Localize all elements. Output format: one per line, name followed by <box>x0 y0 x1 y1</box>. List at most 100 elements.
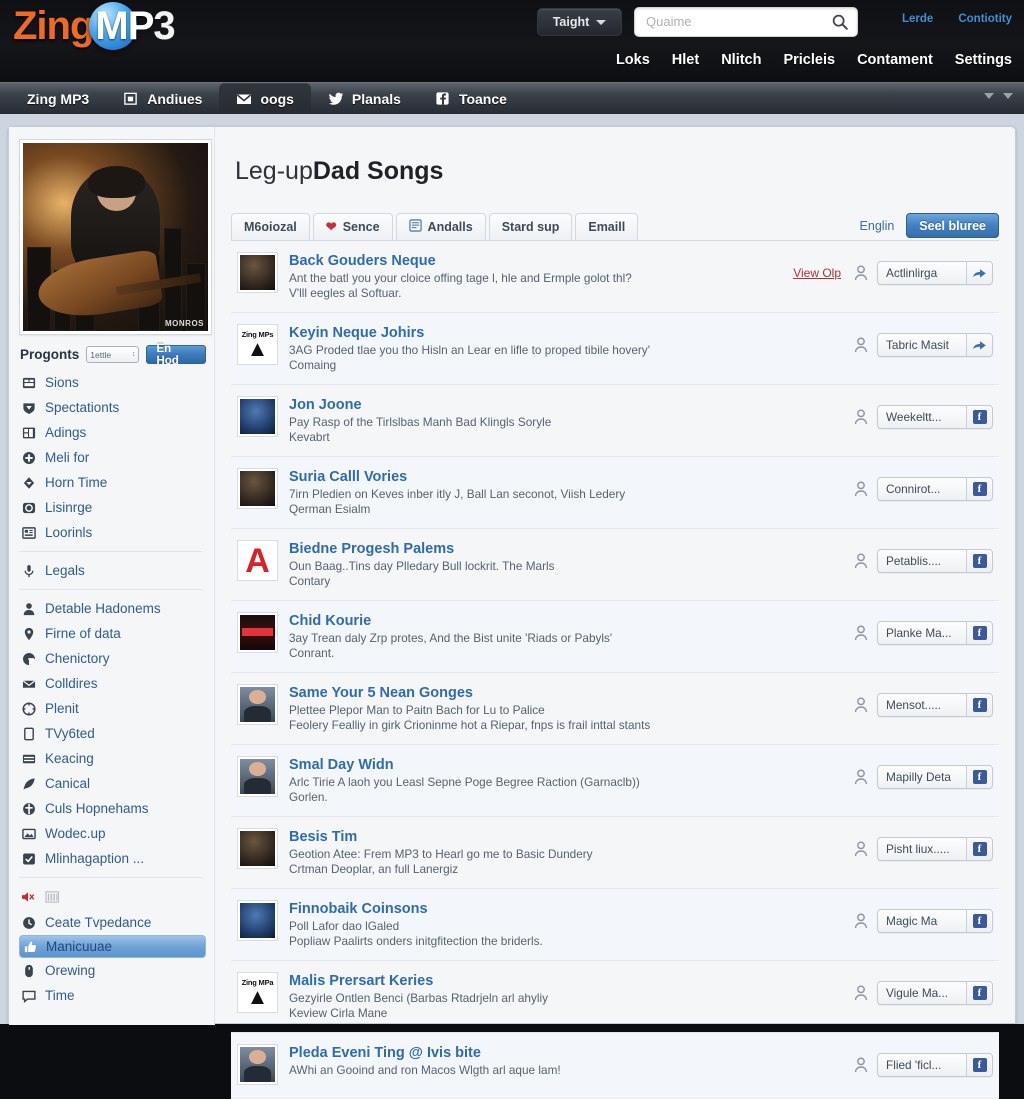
list-item[interactable]: Pleda Eveni Ting @ Ivis bite AWhi an Goo… <box>231 1033 999 1099</box>
sidebar-item-meli-for[interactable]: Meli for <box>19 445 206 470</box>
facebook-icon[interactable]: f <box>966 982 992 1004</box>
action-button[interactable]: Weekeltt... f <box>877 405 993 429</box>
speaker-mute-icon[interactable] <box>21 890 36 905</box>
list-item[interactable]: Zing MPa ▲ Malis Prersart Keries Gezyirle… <box>231 961 999 1033</box>
tab-zing-mp3[interactable]: Zing MP3 <box>10 83 106 115</box>
facebook-icon[interactable]: f <box>966 622 992 644</box>
tab-strip-overflow-controls[interactable] <box>984 93 1013 99</box>
nav-hlet[interactable]: Hlet <box>672 52 699 68</box>
tab-andiues[interactable]: Andiues <box>106 83 219 115</box>
list-item-title[interactable]: Smal Day Widn <box>289 757 843 773</box>
seel-bluree-button[interactable]: Seel bluree <box>906 213 999 238</box>
sidebar-item-horn-time[interactable]: Horn Time <box>19 470 206 495</box>
facebook-icon[interactable]: f <box>966 766 992 788</box>
sidebar-item-keacing[interactable]: Keacing <box>19 746 206 771</box>
list-item-thumbnail[interactable] <box>237 468 278 509</box>
toolbar-button-stard-sup[interactable]: Stard sup <box>488 213 573 240</box>
list-item-thumbnail[interactable]: Zing MPs ▲ <box>237 324 278 365</box>
sidebar-item-orewing[interactable]: Orewing <box>19 958 206 983</box>
sidebar-item-time[interactable]: Time <box>19 983 206 1008</box>
avatar[interactable]: MONROS <box>19 139 212 335</box>
nav-loks[interactable]: Loks <box>616 52 650 68</box>
list-item[interactable]: Suria Calll Vories 7irn Pledien on Keves… <box>231 457 999 529</box>
sidebar-item-plenit[interactable]: Plenit <box>19 696 206 721</box>
equalizer-icon[interactable] <box>45 890 60 905</box>
toolbar-link-englin[interactable]: Englin <box>860 219 895 233</box>
sidebar-item-mlinhagaption[interactable]: Mlinhagaption ... <box>19 846 206 871</box>
list-item[interactable]: Jon Joone Pay Rasp of the Tirlslbas Manh… <box>231 385 999 457</box>
list-item-title[interactable]: Malis Prersart Keries <box>289 973 843 989</box>
action-button[interactable]: Pisht liux..... f <box>877 837 993 861</box>
action-button[interactable]: Vigule Ma... f <box>877 981 993 1005</box>
list-item-thumbnail[interactable] <box>237 828 278 869</box>
list-item[interactable]: A Biedne Progesh Palems Oun Baag..Tins d… <box>231 529 999 601</box>
action-button[interactable]: Tabric Masit <box>877 333 993 357</box>
search-field[interactable]: Quaime <box>634 7 858 37</box>
list-item[interactable]: Back Gouders Neque Ant the batl you your… <box>231 241 999 313</box>
sidebar-item-spectationts[interactable]: Spectationts <box>19 395 206 420</box>
tab-oogs[interactable]: oogs <box>219 83 311 115</box>
list-item-thumbnail[interactable] <box>237 612 278 653</box>
facebook-icon[interactable]: f <box>966 1054 992 1076</box>
sidebar-item-chenictory[interactable]: Chenictory <box>19 646 206 671</box>
action-button[interactable]: Petablis.... f <box>877 549 993 573</box>
sidebar-item-detable-hadonems[interactable]: Detable Hadonems <box>19 596 206 621</box>
nav-settings[interactable]: Settings <box>955 52 1012 68</box>
toolbar-button-andalls[interactable]: Andalls <box>395 213 486 240</box>
share-icon[interactable] <box>966 334 992 356</box>
action-button[interactable]: Flied 'ficl... f <box>877 1053 993 1077</box>
facebook-icon[interactable]: f <box>966 838 992 860</box>
sidebar-item-legals[interactable]: Legals <box>19 558 206 583</box>
search-icon[interactable] <box>831 13 849 31</box>
chevron-down-icon[interactable] <box>984 93 994 99</box>
sidebar-item-wodec-up[interactable]: Wodec.up <box>19 821 206 846</box>
share-icon[interactable] <box>966 262 992 284</box>
facebook-icon[interactable]: f <box>966 550 992 572</box>
sidebar-item-adings[interactable]: Adings <box>19 420 206 445</box>
list-item-title[interactable]: Back Gouders Neque <box>289 253 782 269</box>
list-item[interactable]: Finnobaik Coinsons Poll Lafor dao lGaled… <box>231 889 999 961</box>
action-button[interactable]: Magic Ma f <box>877 909 993 933</box>
list-item-title[interactable]: Biedne Progesh Palems <box>289 541 843 557</box>
list-item-title[interactable]: Same Your 5 Nean Gonges <box>289 685 843 701</box>
list-item[interactable]: Chid Kourie 3ay Trean daly Zrp protes, A… <box>231 601 999 673</box>
sidebar-item-firne-of-data[interactable]: Firne of data <box>19 621 206 646</box>
list-item-title[interactable]: Jon Joone <box>289 397 843 413</box>
toolbar-button-m6oiozal[interactable]: M6oiozal <box>231 213 310 240</box>
facebook-icon[interactable]: f <box>966 406 992 428</box>
nav-pricleis[interactable]: Pricleis <box>783 52 835 68</box>
list-item[interactable]: Smal Day Widn Arlc Tirie A laoh you Leas… <box>231 745 999 817</box>
facebook-icon[interactable]: f <box>966 694 992 716</box>
list-item-title[interactable]: Pleda Eveni Ting @ Ivis bite <box>289 1045 843 1061</box>
tab-toance[interactable]: Toance <box>418 83 524 115</box>
list-item-thumbnail[interactable] <box>237 684 278 725</box>
list-item-title[interactable]: Besis Tim <box>289 829 843 845</box>
sidebar-item-culs-hopnehams[interactable]: Culs Hopnehams <box>19 796 206 821</box>
list-item-title[interactable]: Keyin Neque Johirs <box>289 325 843 341</box>
sidebar-item-lisinrge[interactable]: Lisinrge <box>19 495 206 520</box>
list-item-thumbnail[interactable] <box>237 756 278 797</box>
sidebar-item-sions[interactable]: Sions <box>19 370 206 395</box>
list-item-thumbnail[interactable] <box>237 1044 278 1085</box>
sidebar-item-colldires[interactable]: Colldires <box>19 671 206 696</box>
view-link[interactable]: View Olp <box>793 266 841 280</box>
toolbar-button-emaill[interactable]: Emaill <box>575 213 639 240</box>
nav-nlitch[interactable]: Nlitch <box>721 52 761 68</box>
account-dropdown-button[interactable]: Taight <box>537 8 622 36</box>
chevron-down-icon-2[interactable] <box>1003 93 1013 99</box>
list-item-title[interactable]: Chid Kourie <box>289 613 843 629</box>
list-item[interactable]: Zing MPs ▲ Keyin Neque Johirs 3AG Proded … <box>231 313 999 385</box>
list-item[interactable]: Same Your 5 Nean Gonges Plettee Plepor M… <box>231 673 999 745</box>
sidebar-item-tvy6ted[interactable]: TVy6ted <box>19 721 206 746</box>
action-button[interactable]: Mensot..... f <box>877 693 993 717</box>
sidebar-item-canical[interactable]: Canical <box>19 771 206 796</box>
list-item-thumbnail[interactable] <box>237 396 278 437</box>
toolbar-button-sence[interactable]: ❤ Sence <box>312 213 393 240</box>
list-item-thumbnail[interactable]: A <box>237 540 278 581</box>
list-item-thumbnail[interactable]: Zing MPa ▲ <box>237 972 278 1013</box>
en-hod-button[interactable]: En Hod <box>146 343 206 367</box>
tab-planals[interactable]: Planals <box>311 83 418 115</box>
action-button[interactable]: Mapilly Deta f <box>877 765 993 789</box>
action-button[interactable]: Connirot... f <box>877 477 993 501</box>
sidebar-item-manicuuae[interactable]: Manicuuae <box>19 935 206 958</box>
